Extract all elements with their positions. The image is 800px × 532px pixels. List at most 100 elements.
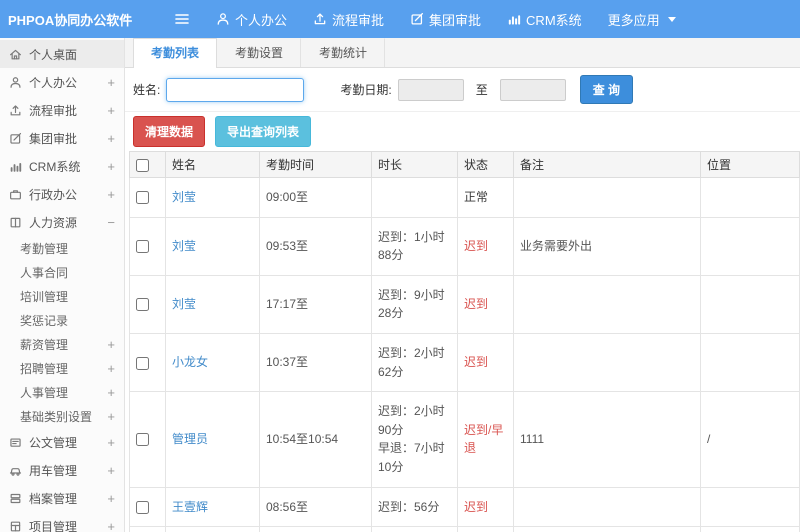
row-checkbox[interactable] bbox=[136, 356, 149, 370]
expand-plus-icon[interactable]: + bbox=[107, 491, 118, 506]
name-label: 姓名: bbox=[133, 83, 161, 97]
table-header-row: 姓名 考勤时间 时长 状态 备注 位置 bbox=[129, 151, 800, 178]
attendance-time-cell: 09:00至 bbox=[259, 177, 372, 218]
table-row: 黄蓉13:20至13:20迟到：5小时33分早退：4小时67分迟到/早退/ bbox=[129, 526, 800, 532]
employee-name-link[interactable]: 王壹辉 bbox=[172, 500, 208, 514]
clean-data-button[interactable]: 清理数据 bbox=[133, 116, 206, 147]
location-cell bbox=[700, 177, 800, 218]
collapse-minus-icon[interactable]: − bbox=[107, 215, 118, 230]
topnav-item-personal-office[interactable]: 个人办公 bbox=[216, 10, 287, 29]
employee-name-link[interactable]: 管理员 bbox=[172, 432, 208, 446]
employee-name-link[interactable]: 刘莹 bbox=[172, 239, 196, 253]
expand-plus-icon[interactable]: + bbox=[107, 75, 118, 90]
column-header: 考勤时间 bbox=[259, 151, 372, 178]
expand-plus-icon[interactable]: + bbox=[107, 435, 118, 450]
expand-plus-icon[interactable]: + bbox=[107, 463, 118, 478]
expand-plus-icon[interactable]: + bbox=[107, 131, 118, 146]
row-checkbox[interactable] bbox=[136, 298, 149, 312]
sidebar-subitem-salary-management[interactable]: 薪资管理 + bbox=[0, 332, 124, 356]
sidebar-item-document-management[interactable]: 公文管理 + bbox=[0, 428, 124, 456]
sidebar-item-crm-system[interactable]: CRM系统 + bbox=[0, 152, 124, 180]
sidebar-item-archive-management[interactable]: 档案管理 + bbox=[0, 484, 124, 512]
sidebar-item-workflow-approval[interactable]: 流程审批 + bbox=[0, 96, 124, 124]
name-input[interactable] bbox=[166, 77, 305, 102]
tab-attendance-list[interactable]: 考勤列表 bbox=[133, 38, 218, 68]
date-from-input[interactable] bbox=[397, 78, 464, 101]
sidebar-item-label: CRM系统 bbox=[29, 159, 81, 174]
expand-plus-icon[interactable]: + bbox=[107, 337, 118, 352]
status-cell: 迟到 bbox=[457, 486, 514, 528]
attendance-time-cell: 10:37至 bbox=[259, 332, 372, 393]
row-checkbox[interactable] bbox=[136, 500, 149, 514]
topnav-item-label: 集团审批 bbox=[429, 12, 482, 28]
sidebar-item-group-approval[interactable]: 集团审批 + bbox=[0, 124, 124, 152]
sidebar-item-label: 个人办公 bbox=[29, 75, 78, 90]
attendance-time-cell: 13:20至13:20 bbox=[259, 526, 372, 532]
expand-plus-icon[interactable]: + bbox=[107, 519, 118, 532]
employee-name-link[interactable]: 小龙女 bbox=[172, 355, 208, 369]
row-checkbox[interactable] bbox=[136, 433, 149, 447]
status-cell: 迟到/早退 bbox=[457, 526, 514, 532]
caret-down-icon bbox=[667, 16, 676, 22]
document-icon bbox=[8, 436, 23, 449]
menu-toggle-icon[interactable] bbox=[174, 11, 190, 27]
sidebar-item-label: 奖惩记录 bbox=[20, 313, 69, 328]
process-icon bbox=[313, 12, 327, 26]
sidebar-item-human-resources[interactable]: 人力资源 − bbox=[0, 208, 124, 236]
topnav-item-group-approval[interactable]: 集团审批 bbox=[410, 10, 481, 29]
sidebar-item-personal-desktop[interactable]: 个人桌面 bbox=[0, 40, 124, 68]
column-header: 状态 bbox=[457, 151, 514, 178]
select-all-checkbox[interactable] bbox=[136, 158, 149, 172]
sidebar-subitem-personnel-management[interactable]: 人事管理 + bbox=[0, 380, 124, 404]
chart-icon bbox=[507, 12, 521, 26]
row-checkbox[interactable] bbox=[136, 191, 149, 205]
sidebar-subitem-attendance-management[interactable]: 考勤管理 bbox=[0, 236, 124, 260]
query-button[interactable]: 查 询 bbox=[579, 75, 634, 104]
attendance-time-cell: 09:53至 bbox=[259, 216, 372, 276]
remark-cell bbox=[513, 274, 701, 334]
date-to-input[interactable] bbox=[499, 78, 566, 101]
employee-name-link[interactable]: 刘莹 bbox=[172, 190, 196, 204]
sidebar-item-vehicle-management[interactable]: 用车管理 + bbox=[0, 456, 124, 484]
sidebar-item-personal-office[interactable]: 个人办公 + bbox=[0, 68, 124, 96]
briefcase-icon bbox=[8, 188, 23, 201]
sidebar-item-label: 个人桌面 bbox=[29, 47, 78, 62]
table-row: 王壹辉 08:56至 迟到：56分 迟到 bbox=[129, 486, 800, 528]
sidebar-subitem-training-management[interactable]: 培训管理 bbox=[0, 284, 124, 308]
tab-attendance-settings[interactable]: 考勤设置 bbox=[217, 38, 302, 67]
sidebar-subitem-reward-punishment-records[interactable]: 奖惩记录 bbox=[0, 308, 124, 332]
expand-plus-icon[interactable]: + bbox=[107, 159, 118, 174]
topnav-item-label: CRM系统 bbox=[526, 12, 582, 28]
expand-plus-icon[interactable]: + bbox=[107, 409, 118, 424]
column-header: 时长 bbox=[371, 151, 458, 178]
expand-plus-icon[interactable]: + bbox=[107, 361, 118, 376]
sidebar-subitem-recruitment-management[interactable]: 招聘管理 + bbox=[0, 356, 124, 380]
remark-cell bbox=[513, 486, 701, 528]
car-icon bbox=[8, 464, 23, 477]
sidebar-subitem-personnel-contract[interactable]: 人事合同 bbox=[0, 260, 124, 284]
app-logo: PHPOA协同办公软件 bbox=[8, 12, 133, 28]
table-row: 刘莹 09:53至 迟到：1小时88分 迟到 业务需要外出 bbox=[129, 216, 800, 276]
topnav-item-label: 流程审批 bbox=[332, 12, 385, 28]
attendance-table: 姓名 考勤时间 时长 状态 备注 位置 刘莹 09:00至 正常 刘莹 09:53至 迟到：1小时8… bbox=[129, 151, 800, 532]
search-form: 姓名: 考勤日期: 至 查 询 bbox=[125, 68, 800, 112]
sidebar-item-label: 人力资源 bbox=[29, 215, 78, 230]
topnav-item-crm-system[interactable]: CRM系统 bbox=[507, 10, 582, 29]
sidebar-item-label: 公文管理 bbox=[29, 435, 78, 450]
sidebar-item-label: 集团审批 bbox=[29, 131, 78, 146]
expand-plus-icon[interactable]: + bbox=[107, 187, 118, 202]
row-checkbox[interactable] bbox=[136, 240, 149, 254]
sidebar-item-label: 行政办公 bbox=[29, 187, 78, 202]
topnav-item-workflow-approval[interactable]: 流程审批 bbox=[313, 10, 384, 29]
expand-plus-icon[interactable]: + bbox=[107, 385, 118, 400]
sidebar-item-label: 用车管理 bbox=[29, 463, 78, 478]
employee-name-link[interactable]: 刘莹 bbox=[172, 297, 196, 311]
export-list-button[interactable]: 导出查询列表 bbox=[215, 116, 312, 147]
tab-attendance-stats[interactable]: 考勤统计 bbox=[301, 38, 386, 67]
sidebar-subitem-base-category-settings[interactable]: 基础类别设置 + bbox=[0, 404, 124, 428]
sidebar-item-project-management[interactable]: 项目管理 + bbox=[0, 512, 124, 532]
home-icon bbox=[8, 48, 23, 61]
sidebar-item-admin-office[interactable]: 行政办公 + bbox=[0, 180, 124, 208]
topnav-item-more-apps[interactable]: 更多应用 bbox=[608, 10, 676, 29]
expand-plus-icon[interactable]: + bbox=[107, 103, 118, 118]
